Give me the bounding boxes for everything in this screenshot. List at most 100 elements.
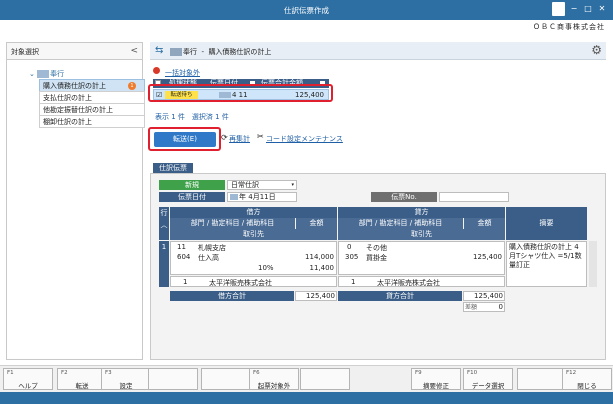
target-tree: ⌄ 奉行 購入債務仕訳の計上 1 支払仕訳の計上 他勘定振替仕訳の計上 棚卸仕訳…: [29, 68, 145, 128]
breadcrumb-separator: -: [201, 48, 204, 56]
app-logo-icon: [552, 2, 565, 16]
debit-partner-name: 太平洋販売株式会社: [209, 279, 272, 287]
highlight-frame: [148, 84, 333, 102]
fkey-label: データ選択: [471, 382, 505, 390]
credit-amount-header: 金額: [464, 218, 505, 229]
fkey-label: 起票対象外: [257, 382, 291, 390]
tree-item-inventory[interactable]: 棚卸仕訳の計上: [39, 115, 145, 128]
voucher-panel: 新規 日常仕訳 ▾ 伝票日付 年 4月11日 伝票No. 行 ︿ 借方 貸方 摘…: [150, 173, 606, 360]
debit-total-value: 125,400: [295, 291, 337, 301]
breadcrumb-app: 奉行: [183, 48, 197, 56]
credit-header: 貸方: [338, 207, 505, 218]
debit-header: 借方: [170, 207, 337, 218]
debit-amount: 114,000: [305, 253, 334, 261]
debit-acct-name: 仕入高: [198, 254, 219, 262]
credit-partner-name: 太平洋販売株式会社: [377, 279, 440, 287]
tools-icon[interactable]: ✂: [257, 132, 264, 141]
voucher-no-label: 伝票No.: [371, 192, 437, 202]
target-selection-panel: 対象選択 < ⌄ 奉行 購入債務仕訳の計上 1 支払仕訳の計上 他勘定振替仕訳の…: [6, 42, 145, 360]
debit-total-label: 借方合計: [170, 291, 294, 301]
row-column-header: 行 ︿: [159, 207, 169, 240]
panel-title: 対象選択: [11, 48, 39, 56]
debit-cell[interactable]: 11 札幌支店 604 仕入高 114,000 10% 11,400: [170, 241, 337, 275]
f4-button[interactable]: [148, 368, 198, 390]
panel-header: 対象選択 <: [7, 43, 142, 60]
f9-edit-description-button[interactable]: F9 摘要修正: [411, 368, 461, 390]
scrollbar[interactable]: [589, 241, 597, 287]
debit-partner-cell[interactable]: 1 太平洋販売株式会社: [170, 276, 337, 287]
code-maintenance-link[interactable]: コード設定メンテナンス: [266, 134, 343, 144]
difference-label: 差額: [465, 304, 478, 311]
credit-dept-code: 0: [347, 243, 352, 251]
credit-amount: 125,400: [473, 253, 502, 261]
tree-root-label: 奉行: [50, 70, 65, 78]
recalc-icon[interactable]: ⟳: [221, 133, 228, 142]
f2-transfer-button[interactable]: F2 転送: [57, 368, 107, 390]
exclude-icon[interactable]: [153, 67, 160, 74]
credit-partner-code: 1: [351, 278, 356, 286]
close-icon[interactable]: ✕: [597, 4, 607, 14]
credit-cell[interactable]: 0 その他 305 買掛金 125,400: [338, 241, 505, 275]
date-value: 4月11日: [248, 193, 276, 201]
fkey-code: F9: [415, 370, 422, 376]
fkey-code: F12: [566, 370, 577, 376]
bulk-exclude-link[interactable]: 一括対象外: [165, 68, 200, 78]
credit-partner-header: 取引先: [338, 229, 505, 240]
status-bar: [0, 392, 613, 404]
date-year-suffix: 年: [239, 193, 246, 201]
credit-subheader: 部門 / 勘定科目 / 補助科目: [338, 218, 463, 229]
f5-button[interactable]: [201, 368, 251, 390]
debit-acct-code: 604: [177, 253, 191, 261]
fkey-label: 摘要修正: [423, 382, 449, 390]
date-label: 伝票日付: [159, 192, 225, 202]
tree-item-label: 棚卸仕訳の計上: [43, 118, 92, 126]
content-header: ⇆ 奉行 - 購入債務仕訳の計上 ⚙: [150, 42, 606, 60]
maximize-icon[interactable]: □: [583, 4, 593, 14]
credit-partner-cell[interactable]: 1 太平洋販売株式会社: [338, 276, 505, 287]
refresh-icon[interactable]: ⇆: [155, 45, 163, 56]
chevron-up-icon[interactable]: ︿: [161, 221, 168, 229]
tree-item-label: 他勘定振替仕訳の計上: [43, 106, 113, 114]
title-bar: 仕訳伝票作成 − □ ✕: [0, 0, 613, 20]
fkey-code: F1: [7, 370, 14, 376]
f12-close-button[interactable]: F12 閉じる: [562, 368, 612, 390]
highlight-frame: [148, 127, 221, 151]
f7-button[interactable]: [300, 368, 350, 390]
credit-dept-name: その他: [366, 244, 387, 252]
voucher-type-value: 日常仕訳: [231, 181, 259, 189]
description-header: 摘要: [506, 207, 587, 240]
recalculate-link[interactable]: 再集計: [229, 134, 250, 144]
f10-select-data-button[interactable]: F10 データ選択: [463, 368, 513, 390]
fkey-code: F6: [253, 370, 260, 376]
credit-total-value: 125,400: [463, 291, 505, 301]
date-field[interactable]: 年 4月11日: [227, 192, 297, 202]
credit-acct-code: 305: [345, 253, 359, 261]
count-badge: 1: [128, 82, 136, 90]
chevron-down-icon[interactable]: ⌄: [29, 70, 35, 78]
description-cell[interactable]: 購入債務仕訳の計上 4月Tシャツ仕入 =5/1数量訂正: [506, 241, 587, 287]
debit-amount-header: 金額: [296, 218, 337, 229]
debit-tax-rate: 10%: [258, 264, 274, 272]
collapse-icon[interactable]: <: [130, 46, 138, 56]
debit-tax-amount: 11,400: [309, 264, 335, 272]
fkey-label: 設定: [119, 382, 133, 390]
row-header-label: 行: [160, 209, 168, 217]
minimize-icon[interactable]: −: [569, 4, 579, 14]
voucher-no-field[interactable]: [439, 192, 509, 202]
f11-button[interactable]: [517, 368, 567, 390]
tab-voucher[interactable]: 仕訳伝票: [153, 163, 193, 173]
tree-item-label: 購入債務仕訳の計上: [43, 82, 106, 90]
debit-partner-header: 取引先: [170, 229, 337, 240]
fkey-code: F2: [61, 370, 68, 376]
f3-settings-button[interactable]: F3 設定: [101, 368, 151, 390]
gear-icon[interactable]: ⚙: [591, 43, 602, 57]
chevron-down-icon[interactable]: ▾: [291, 181, 294, 189]
voucher-type-select[interactable]: 日常仕訳 ▾: [227, 180, 297, 190]
f6-exclude-button[interactable]: F6 起票対象外: [249, 368, 299, 390]
app-name-redacted: [37, 70, 50, 78]
credit-total-label: 貸方合計: [338, 291, 462, 301]
f1-help-button[interactable]: F1 ヘルプ: [3, 368, 53, 390]
year-redacted: [230, 194, 238, 200]
credit-acct-name: 買掛金: [366, 254, 387, 262]
page-title: 購入債務仕訳の計上: [208, 48, 272, 56]
